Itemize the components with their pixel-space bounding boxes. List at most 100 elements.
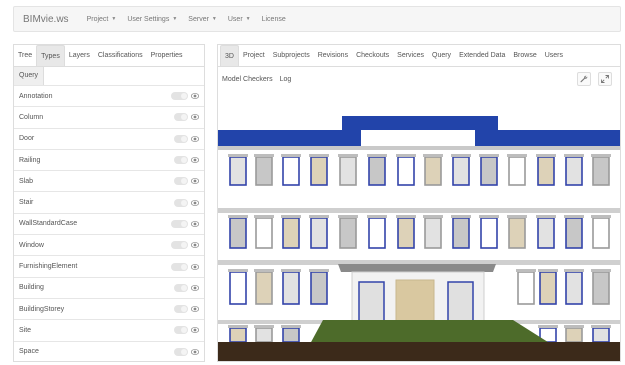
eye-icon[interactable] [191, 199, 199, 207]
window-header [309, 154, 329, 157]
window [592, 327, 610, 343]
fullscreen-button[interactable] [598, 72, 612, 86]
tab-revisions[interactable]: Revisions [314, 45, 352, 66]
left-panel: Tree Types Layers Classifications Proper… [13, 44, 205, 362]
type-row[interactable]: Annotation [14, 85, 204, 106]
window-header [396, 154, 416, 157]
visibility-toggle[interactable] [171, 262, 188, 271]
type-row[interactable]: Railing [14, 148, 204, 170]
eye-icon[interactable] [191, 263, 199, 271]
window [480, 156, 498, 186]
roof-top [342, 116, 498, 130]
tab-services[interactable]: Services [393, 45, 428, 66]
type-row[interactable]: FurnishingElement [14, 255, 204, 276]
roof-right-wing [475, 130, 620, 146]
tab-properties[interactable]: Properties [147, 45, 187, 66]
visibility-toggle[interactable] [171, 241, 188, 250]
type-row[interactable]: Window [14, 234, 204, 255]
eye-icon[interactable] [191, 326, 199, 334]
caret-down-icon: ▼ [172, 16, 178, 22]
window-header [591, 154, 611, 157]
type-row[interactable]: Slab [14, 170, 204, 191]
tab-3d[interactable]: 3D [220, 45, 239, 66]
eye-icon[interactable] [191, 220, 199, 228]
visibility-toggle[interactable] [174, 198, 188, 207]
tab-extended-data[interactable]: Extended Data [455, 45, 509, 66]
subtab-query[interactable]: Query [14, 67, 45, 85]
subtab-log[interactable]: Log [276, 76, 295, 83]
caret-down-icon: ▼ [111, 16, 117, 22]
caret-down-icon: ▼ [245, 16, 251, 22]
window [255, 271, 273, 305]
tab-classifications[interactable]: Classifications [94, 45, 147, 66]
visibility-toggle[interactable] [174, 134, 188, 143]
visibility-toggle[interactable] [174, 156, 188, 165]
visibility-toggle[interactable] [174, 305, 188, 314]
type-row[interactable]: Space [14, 340, 204, 361]
window [255, 217, 273, 249]
nav-user-settings-menu[interactable]: User Settings ▼ [127, 16, 177, 23]
visibility-toggle[interactable] [171, 92, 188, 101]
tab-subprojects[interactable]: Subprojects [269, 45, 314, 66]
tab-layers[interactable]: Layers [65, 45, 94, 66]
window [229, 156, 247, 186]
window-header [423, 215, 443, 218]
type-row[interactable]: BuildingStorey [14, 297, 204, 319]
eye-icon[interactable] [191, 305, 199, 313]
window-header [254, 269, 274, 272]
visibility-toggle[interactable] [174, 283, 188, 292]
visibility-toggle[interactable] [174, 113, 188, 122]
type-row[interactable]: Column [14, 106, 204, 127]
visibility-toggle[interactable] [171, 219, 188, 228]
eye-icon[interactable] [191, 241, 199, 249]
window [397, 156, 415, 186]
window [368, 156, 386, 186]
visibility-toggle[interactable] [174, 326, 188, 335]
type-name: Railing [19, 156, 41, 164]
nav-server-menu[interactable]: Server ▼ [188, 16, 217, 23]
type-row[interactable]: Site [14, 319, 204, 340]
window [255, 156, 273, 186]
window [480, 217, 498, 249]
eye-icon[interactable] [191, 135, 199, 143]
type-row[interactable]: Stair [14, 191, 204, 212]
window [282, 271, 300, 305]
tab-checkouts[interactable]: Checkouts [352, 45, 393, 66]
visibility-toggle[interactable] [174, 177, 188, 186]
wrench-button[interactable] [577, 72, 591, 86]
window [310, 156, 328, 186]
eye-icon[interactable] [191, 156, 199, 164]
window-header [338, 215, 358, 218]
brand-logo[interactable]: BIMvie.ws [23, 14, 69, 25]
3d-model-viewport[interactable] [218, 92, 621, 362]
eye-icon[interactable] [191, 92, 199, 100]
type-row[interactable]: WallStandardCase [14, 212, 204, 234]
nav-project-menu[interactable]: Project ▼ [87, 16, 117, 23]
left-tabs: Tree Types Layers Classifications Proper… [14, 45, 204, 67]
window [539, 271, 557, 305]
eye-icon[interactable] [191, 113, 199, 121]
eye-icon[interactable] [191, 348, 199, 356]
eye-icon[interactable] [191, 284, 199, 292]
window-header [564, 215, 584, 218]
tab-tree[interactable]: Tree [14, 45, 36, 66]
window-header [564, 269, 584, 272]
window [397, 217, 415, 249]
type-row[interactable]: Door [14, 127, 204, 149]
nav-user-menu[interactable]: User ▼ [228, 16, 251, 23]
tab-project[interactable]: Project [239, 45, 269, 66]
subtab-model-checkers[interactable]: Model Checkers [218, 76, 276, 83]
eye-icon[interactable] [191, 177, 199, 185]
tab-types[interactable]: Types [36, 45, 65, 66]
window-header [451, 215, 471, 218]
type-row[interactable]: Building [14, 276, 204, 298]
visibility-toggle[interactable] [174, 347, 188, 356]
nav-license-link[interactable]: License [262, 16, 286, 23]
nav-user-label: User [227, 15, 243, 23]
window-header [396, 215, 416, 218]
tab-users[interactable]: Users [541, 45, 567, 66]
window-header [281, 154, 301, 157]
window-header [507, 215, 527, 218]
tab-query[interactable]: Query [428, 45, 455, 66]
tab-browse[interactable]: Browse [509, 45, 540, 66]
